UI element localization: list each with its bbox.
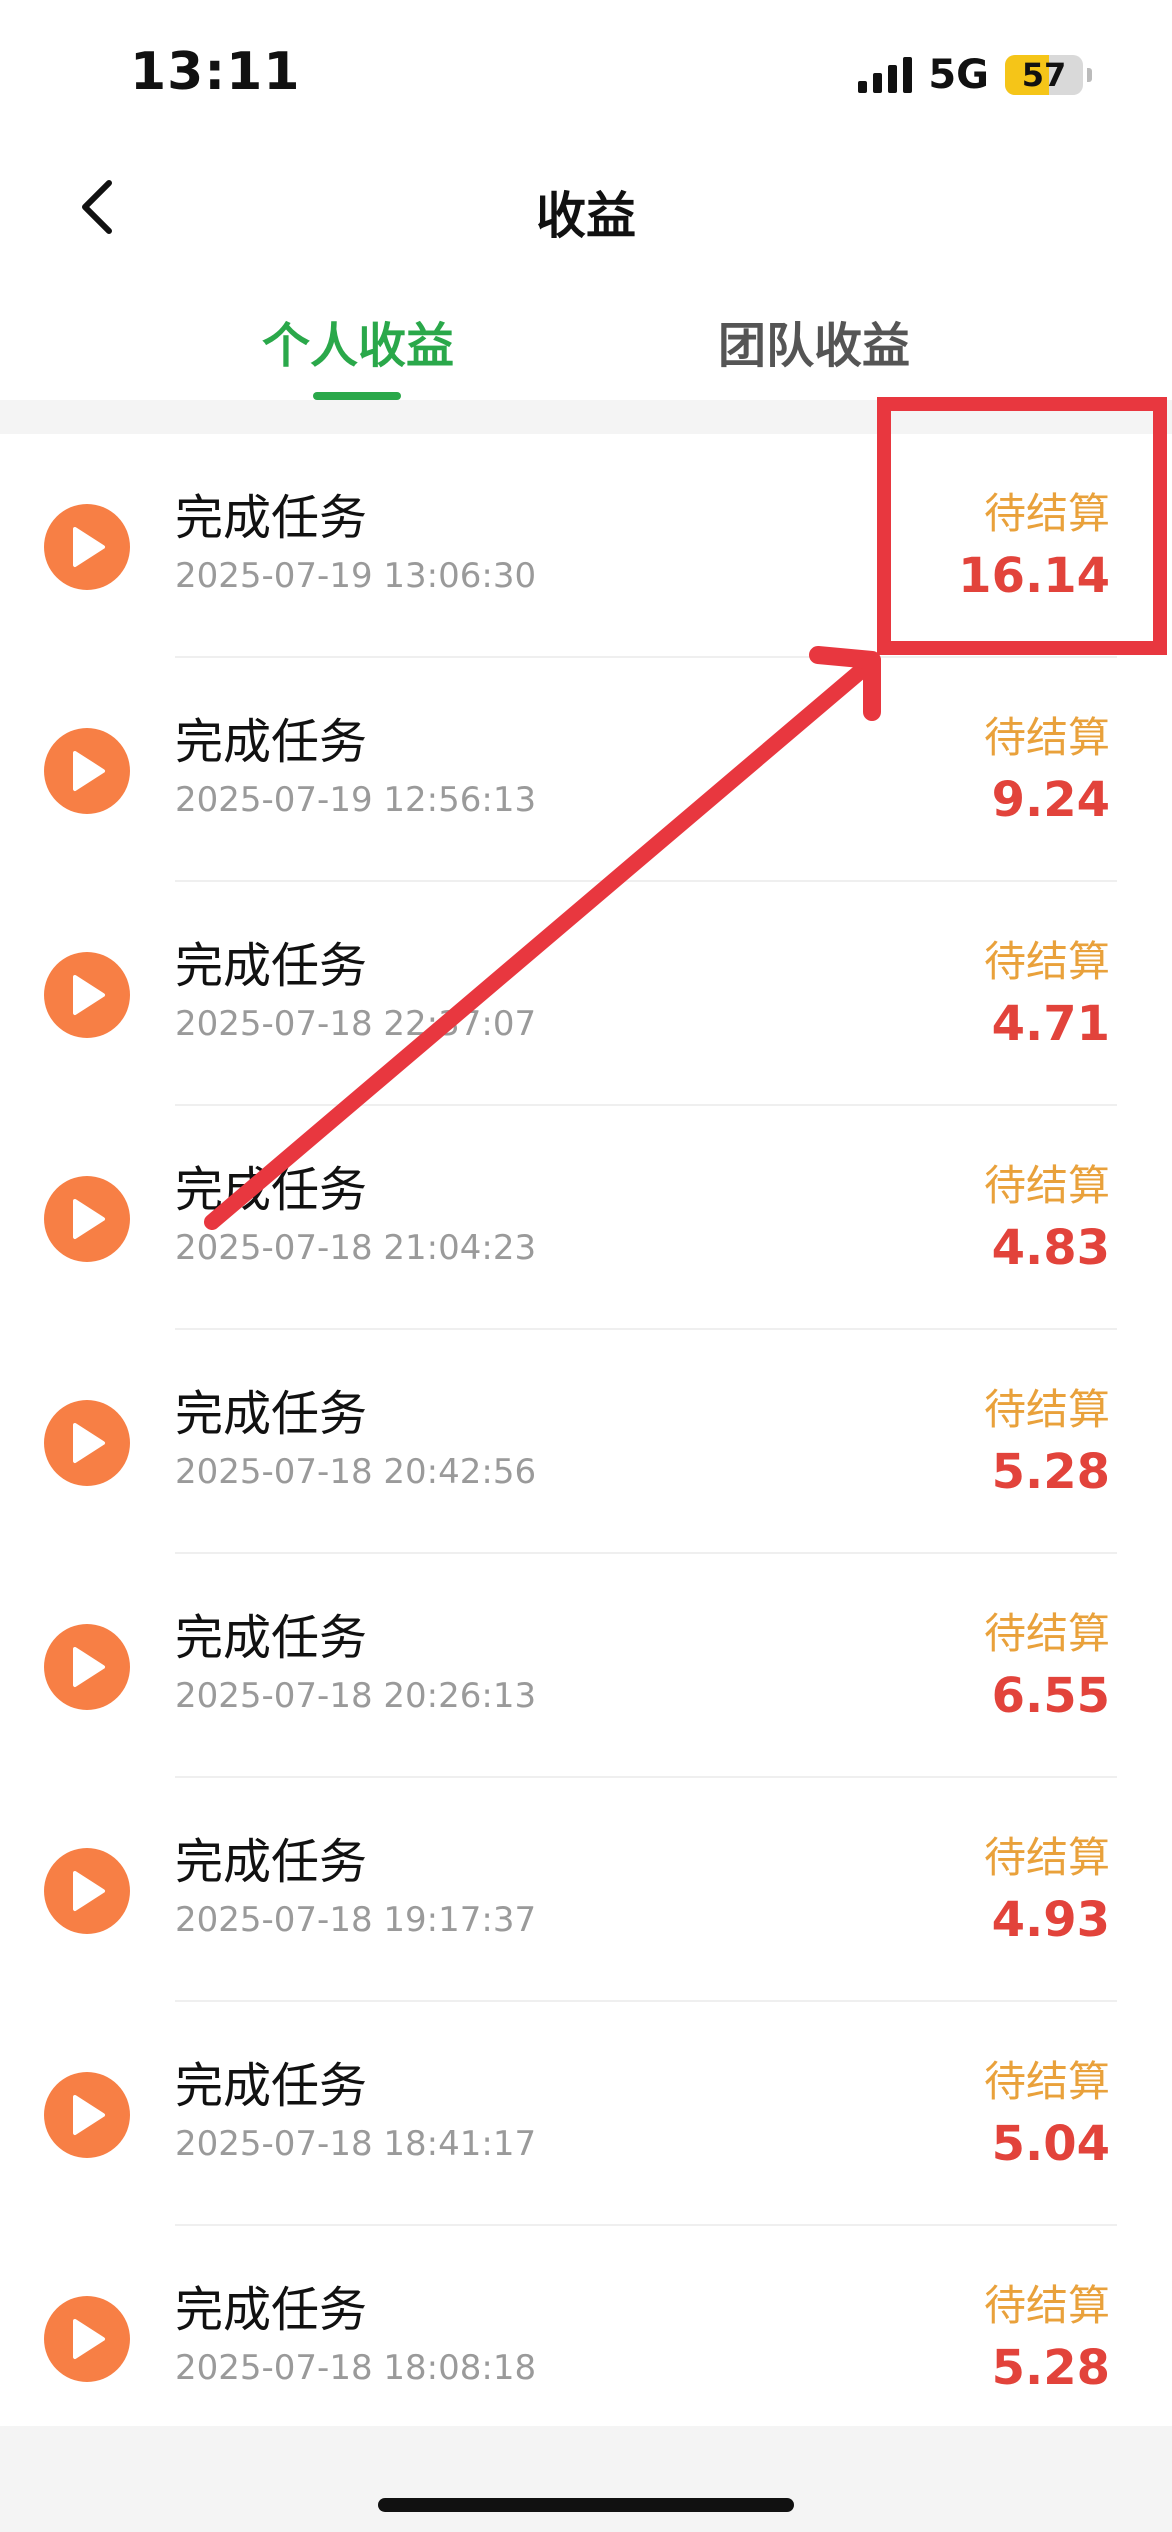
battery-icon: 57 [1005,55,1083,95]
play-triangle [73,1871,105,1911]
record-amount: 5.28 [991,2340,1110,2396]
record-title: 完成任务 [175,490,368,546]
record-time: 2025-07-18 18:08:18 [175,2348,537,2388]
record-title: 完成任务 [175,2282,368,2338]
record-title: 完成任务 [175,1162,368,1218]
record-amount: 4.71 [991,996,1110,1052]
record-amount: 16.14 [958,548,1110,604]
play-icon [44,2296,130,2382]
battery-tip [1087,68,1092,82]
record-title: 完成任务 [175,2058,368,2114]
play-icon [44,1400,130,1486]
record-time: 2025-07-18 21:04:23 [175,1228,537,1268]
record-amount: 5.28 [991,1444,1110,1500]
play-triangle [73,1647,105,1687]
play-icon [44,504,130,590]
page-title: 收益 [536,187,636,245]
record-status: 待结算 [983,937,1110,986]
play-icon [44,728,130,814]
status-bar: 13:11 5G 57 [0,0,1172,150]
record-amount: 4.93 [991,1892,1110,1948]
screen: 13:11 5G 57 收益 个人收益 团队收益 完成任务 2025-07-19… [0,0,1172,2532]
list-item[interactable]: 完成任务 2025-07-19 12:56:13 待结算 9.24 [0,658,1172,882]
record-amount: 5.04 [991,2116,1110,2172]
play-triangle [73,2095,105,2135]
section-gap [0,400,1172,434]
status-indicators: 5G 57 [858,52,1092,98]
record-status: 待结算 [983,1609,1110,1658]
signal-icon [858,57,913,93]
record-time: 2025-07-18 19:17:37 [175,1900,537,1940]
record-time: 2025-07-18 18:41:17 [175,2124,537,2164]
play-triangle [73,527,105,567]
record-amount: 9.24 [991,772,1110,828]
bottom-area [0,2426,1172,2532]
record-time: 2025-07-18 22:37:07 [175,1004,537,1044]
record-status: 待结算 [983,1833,1110,1882]
list-item[interactable]: 完成任务 2025-07-18 18:41:17 待结算 5.04 [0,2002,1172,2226]
record-status: 待结算 [983,489,1110,538]
play-triangle [73,2319,105,2359]
list-item[interactable]: 完成任务 2025-07-18 19:17:37 待结算 4.93 [0,1778,1172,2002]
record-status: 待结算 [983,2281,1110,2330]
record-title: 完成任务 [175,1386,368,1442]
list-item[interactable]: 完成任务 2025-07-19 13:06:30 待结算 16.14 [0,434,1172,658]
record-title: 完成任务 [175,1610,368,1666]
record-time: 2025-07-19 12:56:13 [175,780,537,820]
record-title: 完成任务 [175,938,368,994]
home-indicator[interactable] [378,2498,794,2512]
battery-level: 57 [1021,56,1067,94]
active-tab-indicator [313,392,401,400]
status-time: 13:11 [130,42,301,102]
play-icon [44,1848,130,1934]
nav-bar: 收益 [0,150,1172,270]
list-item[interactable]: 完成任务 2025-07-18 22:37:07 待结算 4.71 [0,882,1172,1106]
record-time: 2025-07-18 20:42:56 [175,1452,537,1492]
record-status: 待结算 [983,1385,1110,1434]
tab-team-earnings[interactable]: 团队收益 [718,306,910,376]
list-item[interactable]: 完成任务 2025-07-18 18:08:18 待结算 5.28 [0,2226,1172,2450]
network-label: 5G [928,52,989,98]
record-status: 待结算 [983,713,1110,762]
play-icon [44,2072,130,2158]
play-triangle [73,975,105,1015]
record-status: 待结算 [983,1161,1110,1210]
list-item[interactable]: 完成任务 2025-07-18 20:26:13 待结算 6.55 [0,1554,1172,1778]
list-item[interactable]: 完成任务 2025-07-18 21:04:23 待结算 4.83 [0,1106,1172,1330]
record-title: 完成任务 [175,714,368,770]
record-time: 2025-07-19 13:06:30 [175,556,537,596]
record-time: 2025-07-18 20:26:13 [175,1676,537,1716]
record-status: 待结算 [983,2057,1110,2106]
earnings-list: 完成任务 2025-07-19 13:06:30 待结算 16.14 完成任务 … [0,434,1172,2450]
play-triangle [73,1423,105,1463]
list-item[interactable]: 完成任务 2025-07-18 20:42:56 待结算 5.28 [0,1330,1172,1554]
play-triangle [73,751,105,791]
tab-personal-earnings[interactable]: 个人收益 [262,306,454,376]
tab-bar: 个人收益 团队收益 [0,280,1172,400]
record-amount: 4.83 [991,1220,1110,1276]
record-amount: 6.55 [991,1668,1110,1724]
record-title: 完成任务 [175,1834,368,1890]
play-icon [44,1176,130,1262]
play-triangle [73,1199,105,1239]
play-icon [44,1624,130,1710]
play-icon [44,952,130,1038]
